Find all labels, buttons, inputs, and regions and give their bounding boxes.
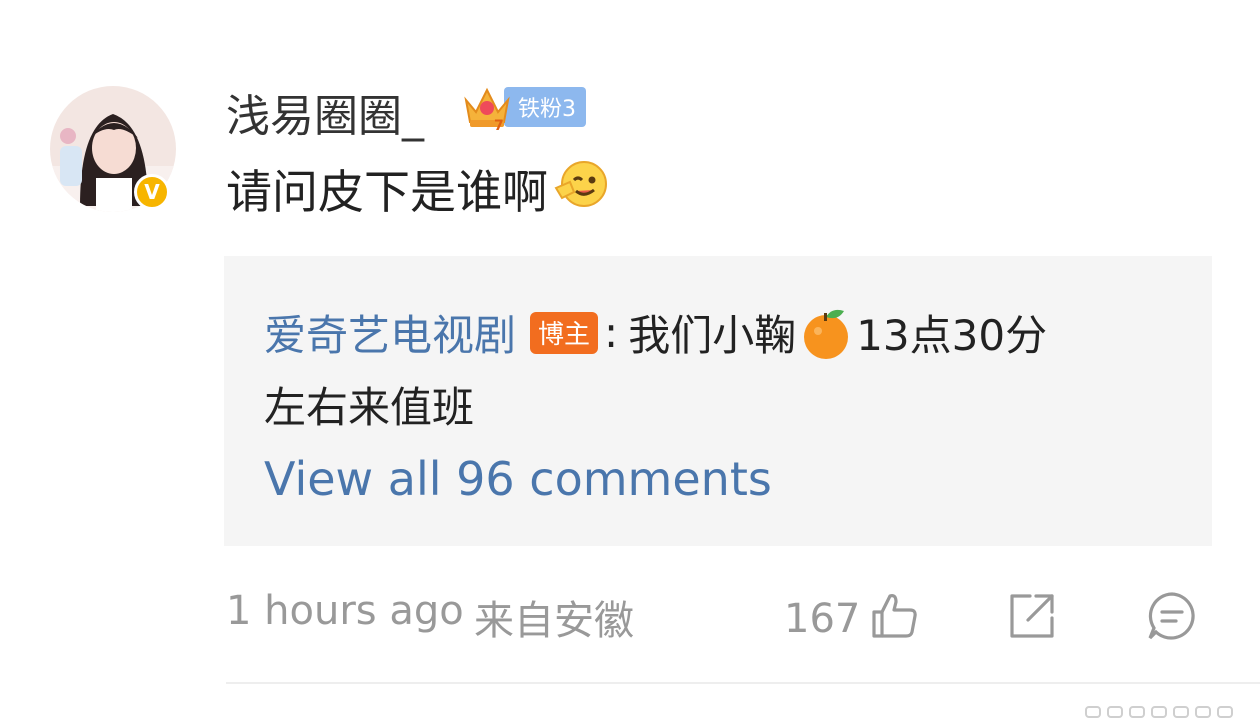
username[interactable]: 浅易圈圈_ <box>226 80 424 144</box>
crown-icon: 7 <box>460 82 514 134</box>
verified-icon: V <box>134 174 170 210</box>
timestamp: 1 hours ago <box>226 588 464 634</box>
comment-body: 请问皮下是谁啊 <box>226 165 548 219</box>
comment-text: 请问皮下是谁啊 <box>226 156 610 222</box>
reply-separator: : <box>604 308 619 357</box>
share-icon[interactable] <box>1006 590 1058 642</box>
reply-author-link[interactable]: 爱奇艺电视剧 <box>264 302 516 363</box>
fan-badge[interactable]: 7 铁粉3 <box>460 82 586 134</box>
tangerine-emoji-icon <box>798 305 854 361</box>
location: 来自安徽 <box>474 598 634 644</box>
comment-icon[interactable] <box>1146 590 1198 642</box>
reply-line: 爱奇艺电视剧 博主 : 我们小鞠 13点30分 <box>264 302 1047 363</box>
blogger-badge: 博主 <box>530 311 599 354</box>
reply-text-line2: 左右来值班 <box>264 383 475 432</box>
reply-text-part1: 我们小鞠 <box>628 311 797 360</box>
fan-badge-label: 铁粉3 <box>504 87 586 127</box>
svg-text:7: 7 <box>494 118 504 132</box>
view-all-comments-link[interactable]: View all 96 comments <box>264 452 772 506</box>
watermark-bar <box>1084 704 1234 718</box>
divider <box>226 682 1260 684</box>
wink-emoji-icon <box>552 158 610 221</box>
like-count: 167 <box>784 596 861 642</box>
reply-preview-box[interactable]: 爱奇艺电视剧 博主 : 我们小鞠 13点30分 左右来值班 View all 9… <box>224 256 1212 546</box>
like-icon[interactable] <box>868 590 920 642</box>
reply-text-part2: 13点30分 <box>856 311 1048 360</box>
